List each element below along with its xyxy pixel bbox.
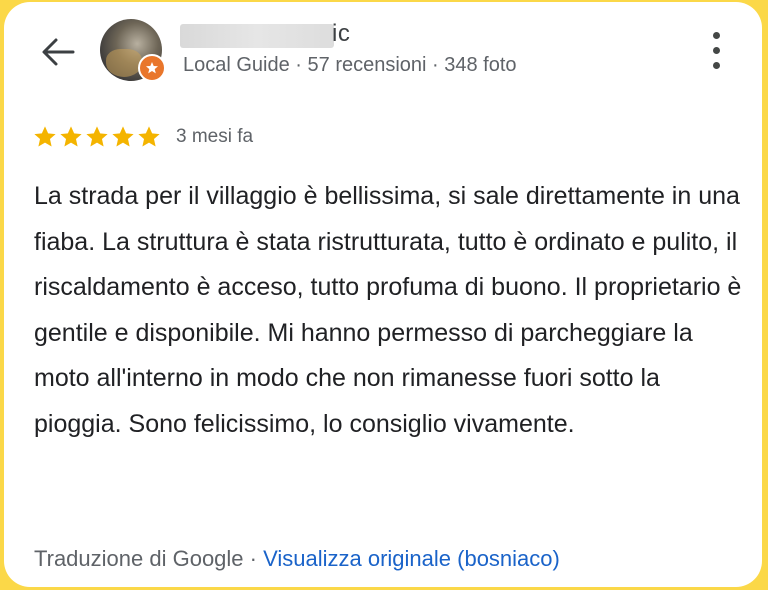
- review-card: ic Local Guide · 57 recensioni · 348 fot…: [4, 2, 762, 587]
- view-original-link[interactable]: Visualizza originale (bosniaco): [263, 546, 560, 571]
- star-icon: [138, 126, 160, 147]
- local-guide-badge-icon: [138, 54, 166, 82]
- more-options-button[interactable]: [704, 32, 730, 70]
- rating-row: 3 mesi fa: [32, 122, 253, 152]
- star-icon: [60, 126, 82, 147]
- back-arrow-icon: [42, 38, 75, 66]
- more-vert-icon: [713, 32, 720, 39]
- review-date: 3 mesi fa: [176, 126, 254, 147]
- avatar-photo: [106, 49, 142, 77]
- translation-label: Traduzione di Google ·: [34, 546, 264, 571]
- review-text: La strada per il villaggio è bellissima,…: [34, 182, 742, 438]
- more-vert-dot: [713, 62, 720, 69]
- back-button[interactable]: [38, 32, 78, 72]
- more-vert-dot: [713, 47, 720, 54]
- translation-footer: Traduzione di Google · Visualizza origin…: [34, 546, 560, 572]
- star-icon: [112, 126, 134, 147]
- star-icon: [34, 126, 56, 147]
- reviewer-meta: Local Guide · 57 recensioni · 348 foto: [183, 54, 517, 76]
- reviewer-name-redacted: [180, 24, 334, 48]
- reviewer-name[interactable]: ic: [332, 20, 350, 48]
- star-icon: [86, 126, 108, 147]
- star-rating: [32, 124, 162, 150]
